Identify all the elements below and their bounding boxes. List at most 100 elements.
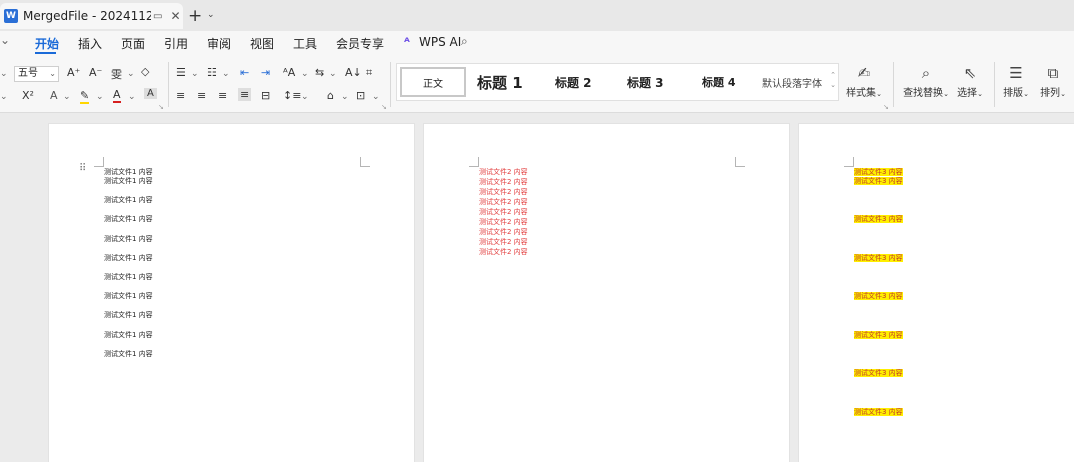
divider	[168, 62, 169, 107]
page-1[interactable]: ⠿ 测试文件1 内容 测试文件1 内容 测试文件1 内容 测试文件1 内容 测试…	[48, 123, 415, 462]
text-effect-icon[interactable]: A	[50, 89, 58, 102]
style-heading-2[interactable]: 标题 2	[555, 67, 592, 97]
menu-view[interactable]: 视图	[250, 35, 274, 52]
style-default-paragraph-font[interactable]: 默认段落字体	[762, 67, 822, 97]
case-change-icon[interactable]: ᴬA	[283, 66, 295, 79]
menu-review[interactable]: 审阅	[207, 35, 231, 52]
text-line: 测试文件3 内容	[854, 408, 903, 416]
clear-format-icon[interactable]: ◇	[141, 65, 149, 78]
phonetic-guide-icon[interactable]: 雯	[111, 66, 122, 82]
decrease-font-icon[interactable]: A⁻	[89, 66, 102, 79]
chevron-down-icon[interactable]: ⌄	[96, 92, 104, 102]
style-normal[interactable]: 正文	[400, 67, 466, 97]
numbered-list-icon[interactable]: ☷	[207, 66, 217, 79]
window-icon[interactable]: ▭	[153, 11, 162, 22]
chevron-down-icon[interactable]: ⌄	[127, 69, 135, 79]
font-family-dropdown-icon[interactable]: ⌄	[0, 69, 8, 79]
menu-insert[interactable]: 插入	[78, 35, 102, 52]
wps-ai-icon[interactable]: ᴬ	[404, 35, 410, 49]
text-line: 测试文件3 内容	[854, 215, 903, 223]
document-tab[interactable]: W MergedFile - 202411291105 ▭ ✕	[0, 3, 183, 29]
select-button[interactable]: ⇖ 选择⌄	[955, 62, 985, 99]
font-dialog-launcher-icon[interactable]: ↘	[158, 103, 164, 111]
highlight-icon[interactable]: ✎	[80, 89, 90, 104]
chevron-down-icon[interactable]: ⌄	[0, 33, 10, 47]
shading-icon[interactable]: ⌂	[327, 89, 334, 102]
text-line: 测试文件2 内容	[479, 228, 528, 236]
search-icon[interactable]: ⌕	[461, 34, 468, 49]
show-marks-icon[interactable]: ⌗	[366, 66, 372, 80]
style-heading-1[interactable]: 标题 1	[477, 67, 523, 97]
style-heading-4[interactable]: 标题 4	[702, 67, 735, 97]
layout-button[interactable]: ☰ 排版⌄	[1002, 62, 1030, 99]
line-spacing-icon[interactable]: ↕≡	[283, 89, 301, 102]
menu-member[interactable]: 会员专享	[336, 35, 384, 52]
margin-corner-mark	[844, 157, 854, 167]
chevron-down-icon[interactable]: ⌄	[0, 92, 8, 102]
chevron-down-icon[interactable]: ⌄	[301, 69, 309, 79]
margin-corner-mark	[469, 157, 479, 167]
align-left-icon[interactable]: ≡	[176, 89, 185, 102]
distributed-align-icon[interactable]: ⊟	[261, 89, 270, 102]
paragraph-dialog-launcher-icon[interactable]: ↘	[381, 103, 387, 111]
active-tab-indicator	[35, 52, 56, 54]
ribbon-toolbar: ⌄ 五号 ⌄ A⁺ A⁻ 雯 ⌄ ◇ ⌄ X² A ⌄ ✎ ⌄ A ⌄ A ↘ …	[0, 56, 1074, 113]
decrease-indent-icon[interactable]: ⇤	[240, 66, 249, 79]
menu-tools[interactable]: 工具	[293, 35, 317, 52]
divider	[994, 62, 995, 107]
find-replace-label: 查找替换	[903, 88, 944, 99]
gallery-scroll-icon[interactable]: ⌃ ⌄	[830, 70, 836, 90]
wps-writer-icon: W	[4, 9, 18, 23]
styles-gallery: 正文 标题 1 标题 2 标题 3 标题 4 默认段落字体 ⌃ ⌄	[396, 63, 839, 101]
superscript-icon[interactable]: X²	[22, 89, 34, 102]
align-center-icon[interactable]: ≡	[197, 89, 206, 102]
menu-references[interactable]: 引用	[164, 35, 188, 52]
cursor-select-icon: ⇖	[963, 64, 977, 82]
text-line: 测试文件2 内容	[479, 168, 528, 176]
style-heading-3[interactable]: 标题 3	[627, 67, 664, 97]
text-direction-icon[interactable]: ⇆	[315, 66, 324, 79]
chevron-down-icon[interactable]: ⌄	[329, 69, 337, 79]
chevron-down-icon: ⌄	[49, 69, 56, 78]
page-3[interactable]: 测试文件3 内容 测试文件3 内容 测试文件3 内容 测试文件3 内容 测试文件…	[798, 123, 1074, 462]
chevron-down-icon[interactable]: ⌄	[191, 69, 199, 79]
menu-home[interactable]: 开始	[35, 35, 59, 52]
sort-icon[interactable]: A↓	[345, 66, 362, 79]
increase-font-icon[interactable]: A⁺	[67, 66, 80, 79]
borders-icon[interactable]: ⊡	[356, 89, 365, 102]
bullet-list-icon[interactable]: ☰	[176, 66, 186, 79]
menu-page[interactable]: 页面	[121, 35, 145, 52]
chevron-down-icon[interactable]: ⌄	[207, 10, 215, 20]
text-line: 测试文件1 内容	[104, 292, 153, 300]
chevron-down-icon[interactable]: ⌄	[301, 92, 309, 102]
new-tab-icon[interactable]: +	[188, 6, 202, 26]
align-right-icon[interactable]: ≡	[218, 89, 227, 102]
char-shading-icon[interactable]: A	[144, 88, 157, 99]
text-line: 测试文件1 内容	[104, 273, 153, 281]
text-line: 测试文件3 内容	[854, 292, 903, 300]
style-set-button[interactable]: ✍ 样式集⌄	[846, 62, 882, 99]
styles-dialog-launcher-icon[interactable]: ↘	[883, 103, 889, 111]
text-line: 测试文件2 内容	[479, 218, 528, 226]
chevron-down-icon[interactable]: ⌄	[372, 92, 380, 102]
font-color-icon[interactable]: A	[113, 88, 121, 103]
menu-wps-ai[interactable]: WPS AI	[419, 35, 461, 49]
document-area[interactable]: ⠿ 测试文件1 内容 测试文件1 内容 测试文件1 内容 测试文件1 内容 测试…	[0, 113, 1074, 462]
drag-handle-icon[interactable]: ⠿	[79, 164, 86, 174]
font-size-select[interactable]: 五号 ⌄	[14, 66, 59, 82]
margin-corner-mark	[735, 157, 745, 167]
page-2[interactable]: 测试文件2 内容 测试文件2 内容 测试文件2 内容 测试文件2 内容 测试文件…	[423, 123, 790, 462]
justify-icon[interactable]: ≡	[238, 88, 252, 101]
chevron-down-icon[interactable]: ⌄	[128, 92, 136, 102]
chevron-down-icon[interactable]: ⌄	[222, 69, 230, 79]
close-tab-icon[interactable]: ✕	[170, 9, 180, 23]
text-line: 测试文件2 内容	[479, 248, 528, 256]
chevron-down-icon[interactable]: ⌄	[341, 92, 349, 102]
chevron-down-icon[interactable]: ⌄	[63, 92, 71, 102]
increase-indent-icon[interactable]: ⇥	[261, 66, 270, 79]
arrange-button[interactable]: ⧉ 排列⌄	[1038, 62, 1068, 99]
text-line: 测试文件1 内容	[104, 350, 153, 358]
find-replace-button[interactable]: ⌕ 查找替换⌄	[902, 62, 950, 99]
text-line: 测试文件3 内容	[854, 177, 903, 185]
font-size-value: 五号	[18, 68, 38, 79]
